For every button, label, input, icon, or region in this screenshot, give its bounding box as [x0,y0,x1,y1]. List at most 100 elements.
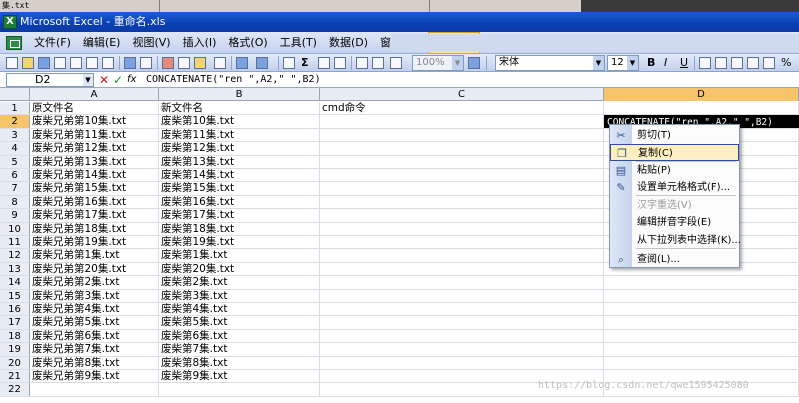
cell-b[interactable]: 废柴第10集.txt [159,115,320,128]
cell-c[interactable]: cmd命令 [320,102,604,115]
cell-a[interactable]: 废柴兄弟第9集.txt [30,370,159,383]
context-menu-item[interactable]: ⌕ 查阅(L)... [610,251,739,268]
select-all-corner[interactable] [0,88,30,101]
row-header[interactable]: 19 [0,343,30,356]
menu-item[interactable]: 格式(O) [222,32,273,54]
row-header[interactable]: 6 [0,169,30,182]
cell-b[interactable]: 废柴第2集.txt [159,276,320,289]
cell-a[interactable]: 废柴兄弟第15集.txt [30,182,159,195]
formula-input[interactable]: CONCATENATE("ren ",A2," ",B2) [146,72,321,88]
cell-a[interactable] [30,383,159,396]
email-icon[interactable] [70,57,82,69]
cell-a[interactable]: 废柴兄弟第18集.txt [30,222,159,235]
row-header[interactable]: 3 [0,128,30,142]
menu-item[interactable]: 插入(I) [177,32,223,54]
cell-d[interactable] [604,316,799,329]
cell-c[interactable] [320,303,604,316]
cell-c[interactable] [320,128,604,142]
row-header[interactable]: 1 [0,102,30,115]
cell-d[interactable] [604,276,799,289]
row-header[interactable]: 5 [0,155,30,168]
cell-c[interactable] [320,289,604,302]
row-header[interactable]: 2 [0,115,30,128]
cell-d[interactable] [604,343,799,356]
row-header[interactable]: 14 [0,276,30,289]
cell-b[interactable]: 废柴第9集.txt [159,370,320,383]
currency-icon[interactable] [763,57,775,69]
cell-c[interactable] [320,262,604,276]
row-header[interactable]: 15 [0,289,30,302]
cell-a[interactable]: 废柴兄弟第16集.txt [30,195,159,209]
font-size-select[interactable]: 12 ▼ [607,55,639,71]
column-header-c[interactable]: C [320,88,604,101]
cell-b[interactable]: 废柴第5集.txt [159,316,320,329]
cell-a[interactable]: 废柴兄弟第5集.txt [30,316,159,329]
hyperlink-icon[interactable] [283,57,295,69]
row-header[interactable]: 4 [0,142,30,155]
chevron-down-icon[interactable]: ▼ [452,56,463,70]
cell-a[interactable]: 废柴兄弟第17集.txt [30,209,159,222]
cell-a[interactable]: 废柴兄弟第2集.txt [30,276,159,289]
menu-item[interactable]: 视图(V) [126,32,176,54]
row-header[interactable]: 10 [0,222,30,235]
cell-c[interactable] [320,222,604,235]
print-icon[interactable] [86,57,98,69]
cell-a[interactable]: 废柴兄弟第14集.txt [30,169,159,182]
zoom-select[interactable]: 100% ▼ [412,55,464,71]
cell-a[interactable]: 废柴兄弟第12集.txt [30,142,159,155]
cell-a[interactable]: 废柴兄弟第10集.txt [30,115,159,128]
align-right-icon[interactable] [731,57,743,69]
help-icon[interactable] [468,57,480,69]
column-header-a[interactable]: A [30,88,159,101]
row-header[interactable]: 16 [0,303,30,316]
row-header[interactable]: 11 [0,236,30,249]
chart-wizard-icon[interactable] [356,57,368,69]
merge-center-icon[interactable] [747,57,759,69]
cell-c[interactable] [320,343,604,356]
cell-c[interactable] [320,195,604,209]
row-header[interactable]: 12 [0,249,30,262]
cell-b[interactable]: 废柴第19集.txt [159,236,320,249]
undo-icon[interactable] [236,57,248,69]
underline-button[interactable]: U [680,54,688,72]
text-box-icon[interactable] [390,57,402,69]
cell-d[interactable] [604,356,799,369]
cell-c[interactable] [320,329,604,343]
cell-a[interactable]: 原文件名 [30,102,159,115]
cell-b[interactable]: 废柴第16集.txt [159,195,320,209]
cell-d[interactable] [604,303,799,316]
cell-b[interactable]: 废柴第13集.txt [159,155,320,168]
workbook-icon[interactable] [6,36,22,50]
cell-b[interactable] [159,383,320,396]
context-menu-item[interactable]: ❐ 复制(C) [610,144,739,161]
cell-a[interactable]: 废柴兄弟第13集.txt [30,155,159,168]
row-header[interactable]: 21 [0,370,30,383]
cell-a[interactable]: 废柴兄弟第4集.txt [30,303,159,316]
cell-b[interactable]: 废柴第12集.txt [159,142,320,155]
cell-a[interactable]: 废柴兄弟第19集.txt [30,236,159,249]
cell-b[interactable]: 废柴第20集.txt [159,262,320,276]
row-header[interactable]: 9 [0,209,30,222]
print-preview-icon[interactable] [102,57,114,69]
cell-c[interactable] [320,236,604,249]
paste-toolbar-icon[interactable] [194,57,206,69]
cell-b[interactable]: 废柴第11集.txt [159,128,320,142]
cell-b[interactable]: 废柴第1集.txt [159,249,320,262]
cell-d[interactable] [604,329,799,343]
context-menu-item[interactable]: 编辑拼音字段(E) [610,214,739,231]
context-menu-item[interactable]: ✎ 设置单元格格式(F)... [610,179,739,196]
cell-a[interactable]: 废柴兄弟第3集.txt [30,289,159,302]
drawing-icon[interactable] [372,57,384,69]
cell-c[interactable] [320,209,604,222]
row-header[interactable]: 7 [0,182,30,195]
chevron-down-icon[interactable]: ▼ [83,74,93,86]
cell-d[interactable] [604,289,799,302]
chevron-down-icon[interactable]: ▼ [627,56,638,70]
cell-b[interactable]: 废柴第3集.txt [159,289,320,302]
sort-ascending-icon[interactable] [318,57,330,69]
enter-icon[interactable]: ✓ [113,72,123,88]
font-name-select[interactable]: 宋体 ▼ [495,55,605,71]
cell-c[interactable] [320,182,604,195]
redo-icon[interactable] [256,57,268,69]
row-header[interactable]: 17 [0,316,30,329]
